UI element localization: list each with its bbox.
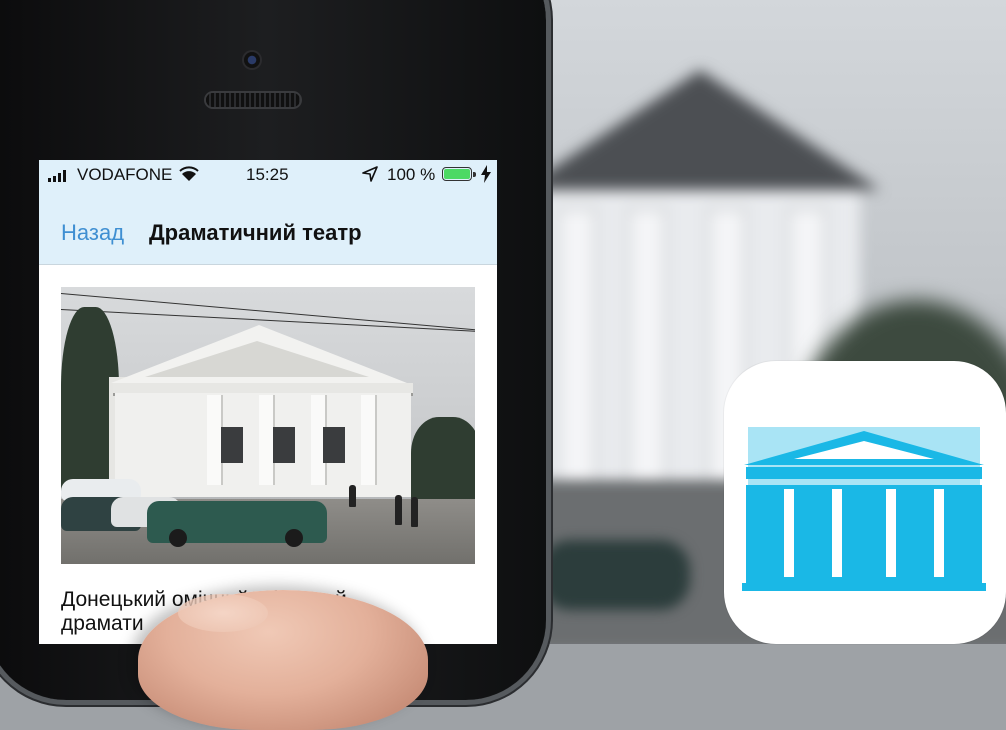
wifi-icon	[179, 166, 199, 181]
location-arrow-icon	[362, 166, 378, 182]
charging-icon	[481, 165, 491, 183]
pedestrian	[349, 485, 356, 507]
finger	[138, 590, 428, 730]
battery-percent: 100 %	[387, 165, 436, 184]
background-column	[560, 210, 594, 520]
building-window	[323, 427, 345, 463]
phone-screen: VODAFONE 15:25 100 % Назад Драматичний т…	[39, 160, 497, 644]
fingernail	[178, 594, 268, 632]
carrier-name: VODAFONE	[77, 165, 173, 184]
pedestrian	[395, 495, 402, 525]
status-bar: VODAFONE 15:25 100 %	[39, 160, 497, 190]
theatre-building-icon	[742, 427, 986, 591]
battery-icon	[442, 167, 476, 181]
status-time: 15:25	[246, 165, 289, 184]
app-icon[interactable]	[724, 361, 1006, 644]
page-title: Драматичний театр	[149, 220, 362, 245]
background-car	[540, 540, 690, 610]
building-column	[259, 395, 273, 485]
tree-right	[411, 417, 475, 507]
green-car	[147, 501, 327, 547]
theatre-photo[interactable]	[61, 287, 475, 564]
building-column	[361, 395, 375, 485]
building-window	[221, 427, 243, 463]
pediment-sculpture	[145, 341, 369, 377]
back-button[interactable]: Назад	[61, 220, 124, 246]
background-column	[630, 210, 664, 520]
background-pediment	[520, 70, 880, 190]
front-camera	[244, 52, 260, 68]
building-window	[273, 427, 295, 463]
signal-icon	[48, 170, 66, 182]
pedestrian	[411, 497, 418, 527]
building-column	[207, 395, 221, 485]
earpiece-speaker	[206, 93, 300, 107]
